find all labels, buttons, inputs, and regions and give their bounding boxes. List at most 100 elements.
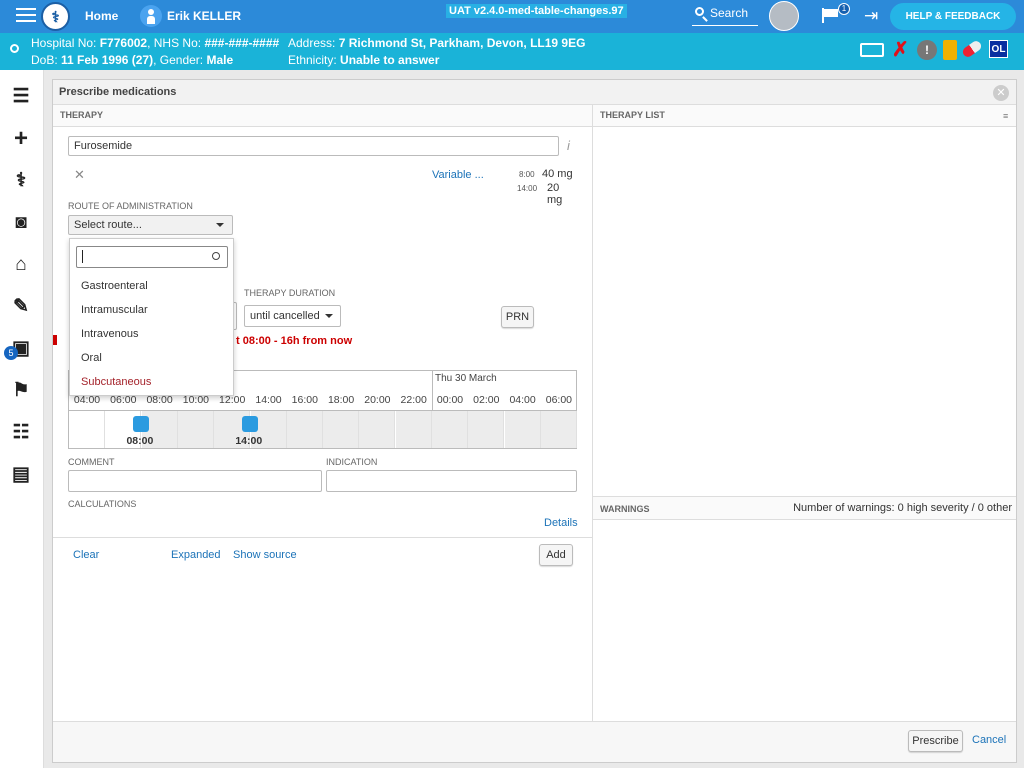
timeline-slot[interactable] [286,411,323,448]
timeline-slot[interactable] [395,411,432,448]
dialog-footer: Prescribe Cancel [53,721,1016,762]
checklist-icon[interactable]: ☷ [10,422,32,444]
timeline-slot[interactable] [323,411,360,448]
nhs-number: ###-###-#### [204,36,280,50]
variable-dose-link[interactable]: Variable ... [432,169,484,181]
search-icon [212,252,220,260]
close-dialog-icon[interactable]: ✕ [993,85,1009,101]
chevron-down-icon [216,223,224,227]
info-icon[interactable]: i [567,138,570,153]
remove-medication-icon[interactable]: ✕ [74,167,85,183]
search-button[interactable]: Search [692,6,758,26]
timeline-hour-label: 04:00 [509,394,536,406]
search-label: Search [710,6,749,20]
details-link[interactable]: Details [544,517,578,529]
route-search-input[interactable] [76,246,228,268]
indication-field[interactable] [326,470,577,492]
route-option-highlighted[interactable]: Subcutaneous [81,376,151,388]
timeline-hour-label: 02:00 [473,394,500,406]
therapy-duration-select[interactable]: until cancelled [244,305,341,327]
alert-icon[interactable]: ! [917,40,937,60]
help-feedback-button[interactable]: HELP & FEEDBACK [890,3,1016,30]
dose-summary: 8:00 40 mg 14:00 20 mg [517,168,573,206]
date-of-birth: 11 Feb 1996 (27) [61,53,154,67]
timeline-slot[interactable] [468,411,505,448]
discharge-icon[interactable]: ⚑ [10,380,32,402]
notifications-badge: 1 [838,3,850,15]
home-medical-icon[interactable]: ⌂ [10,254,32,276]
notifications-flag-icon[interactable]: 1 [822,3,850,23]
route-option[interactable]: Oral [81,352,102,364]
patient-demographics: DoB: 11 Feb 1996 (27), Gender: Male [31,53,234,67]
add-icon[interactable]: + [10,127,32,151]
expanded-link[interactable]: Expanded [171,549,221,561]
calculations-label: CALCULATIONS [68,499,137,509]
prn-button[interactable]: PRN [501,306,534,328]
home-link[interactable]: Home [85,9,118,23]
ol-badge[interactable]: OL [989,40,1008,58]
allergy-x-icon[interactable]: ✗ [892,40,912,60]
hospital-number: F776002 [99,36,148,50]
timeline-slot[interactable] [359,411,396,448]
patient-banner: Hospital No: F776002, NHS No: ###-###-##… [0,33,1024,70]
timeline-slot[interactable] [432,411,468,448]
chevron-down-icon [325,314,333,318]
route-option[interactable]: Gastroenteral [81,280,148,292]
route-dropdown-menu: Gastroenteral Intramuscular Intravenous … [69,238,234,396]
inbox-badge: 5 [4,346,18,360]
patient-name[interactable]: Erik KELLER [167,9,241,23]
therapy-list-header: THERAPY LIST [593,105,1016,127]
timeline-slot[interactable] [69,411,105,448]
timeline-slot[interactable] [540,411,577,448]
timeline-slot[interactable] [504,411,541,448]
bed-icon[interactable] [860,43,884,57]
hospital-building-icon[interactable]: ▤ [10,464,32,486]
edit-document-icon[interactable]: ✎ [10,296,32,318]
show-source-link[interactable]: Show source [233,549,297,561]
timeline-hour-label: 06:00 [545,394,573,406]
clipboard-icon[interactable] [943,40,957,60]
route-option[interactable]: Intramuscular [81,304,148,316]
user-avatar[interactable] [769,1,799,31]
timeline-hour-label: 16:00 [291,394,318,406]
dose-marker[interactable] [133,416,150,432]
list-icon[interactable]: ☰ [10,86,32,108]
stethoscope-icon[interactable]: ⚕ [10,170,32,192]
therapy-duration-label: THERAPY DURATION [244,288,336,298]
cancel-link[interactable]: Cancel [972,734,1006,746]
timeline-hour-label: 18:00 [327,394,355,406]
app-logo[interactable]: ⚕ [41,2,70,31]
comment-field[interactable] [68,470,322,492]
timeline-slot[interactable] [177,411,214,448]
gender: Male [206,53,234,67]
timeline-hour-label: 00:00 [436,394,464,406]
prescribe-button[interactable]: Prescribe [908,730,963,752]
dialog-title: Prescribe medications [53,80,1016,105]
logout-icon[interactable]: ⇥ [864,7,878,25]
timeline-day-label: Thu 30 March [435,373,497,384]
patient-ids: Hospital No: F776002, NHS No: ###-###-##… [31,36,280,50]
top-bar: ⚕ Home Erik KELLER UAT v2.4.0-med-table-… [0,0,1024,33]
timeline-hour-label: 14:00 [255,394,282,406]
dose-marker[interactable] [242,416,259,432]
patient-ethnicity: Ethnicity: Unable to answer [288,53,440,67]
medication-field[interactable]: Furosemide [68,136,559,156]
prescribe-medications-dialog: Prescribe medications ✕ THERAPY Furosemi… [52,79,1017,763]
therapy-list-menu-icon[interactable]: ≡ [1003,111,1008,121]
clear-link[interactable]: Clear [73,549,99,561]
patient-address: Address: 7 Richmond St, Parkham, Devon, … [288,36,586,50]
camera-icon[interactable]: ◙ [10,212,32,234]
route-label: ROUTE OF ADMINISTRATION [68,201,193,211]
warnings-bar: WARNINGS Number of warnings: 0 high seve… [593,496,1016,520]
patient-info-icon[interactable] [10,44,19,53]
medication-pill-icon[interactable] [960,39,984,59]
search-icon [695,7,704,16]
dose-marker-label: 14:00 [235,435,263,447]
hamburger-menu-icon[interactable] [16,8,36,24]
warnings-header: WARNINGS [600,504,650,514]
sidebar: ☰ + ⚕ ◙ ⌂ ✎ ▣ 5 ⚑ ☷ ▤ [0,70,44,768]
add-button[interactable]: Add [539,544,573,566]
route-option[interactable]: Intravenous [81,328,138,340]
timeline-hour-label: 20:00 [364,394,391,406]
route-select[interactable]: Select route... [68,215,233,235]
